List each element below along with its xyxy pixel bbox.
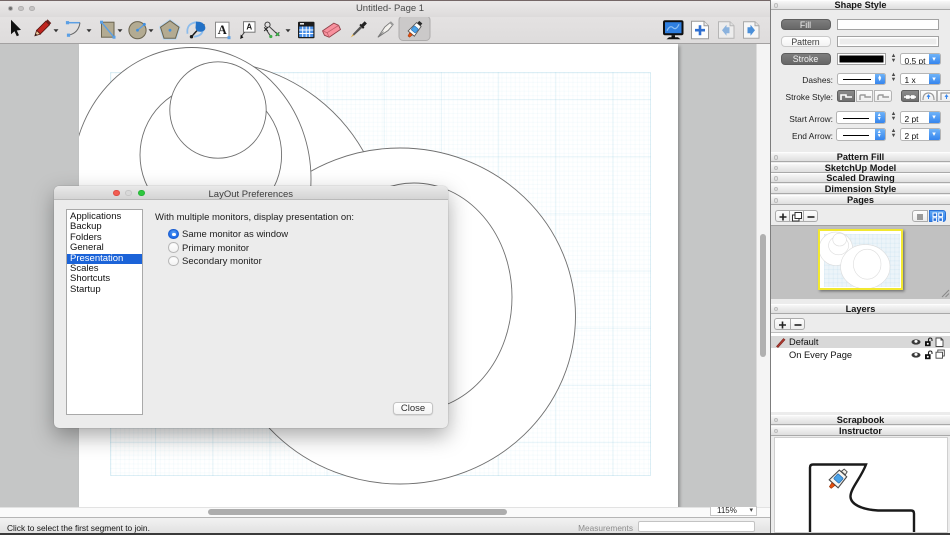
svg-text:A: A [246, 23, 252, 32]
svg-text:A: A [218, 23, 227, 37]
